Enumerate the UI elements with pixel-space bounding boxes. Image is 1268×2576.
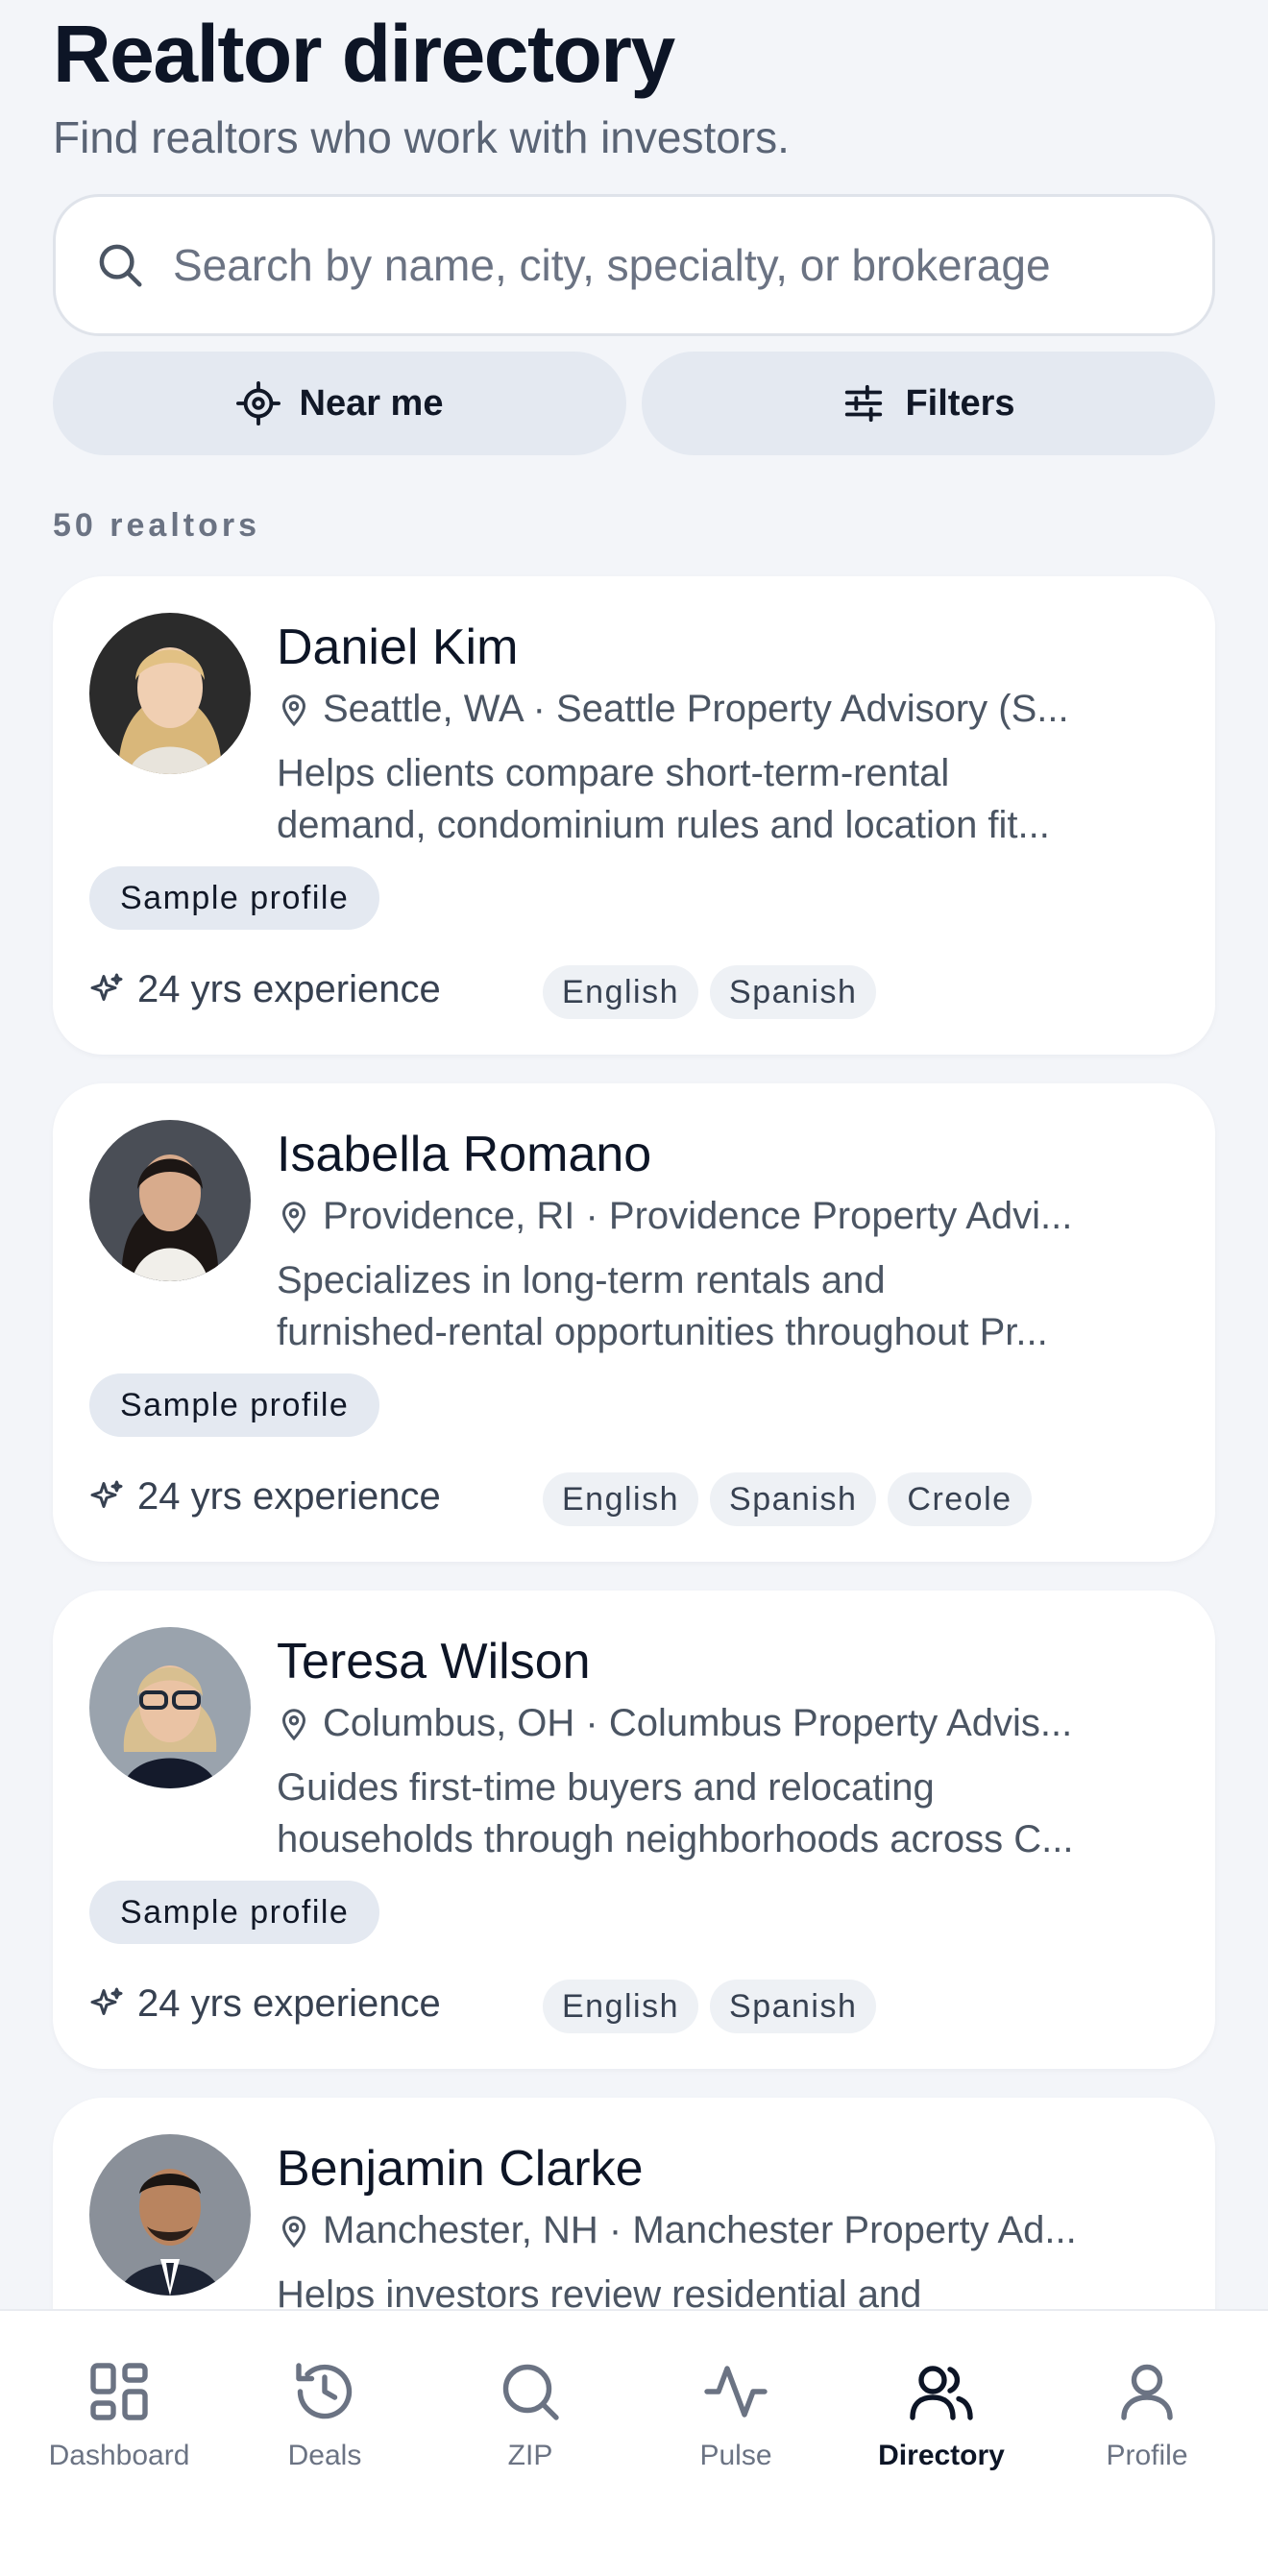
page-header: Realtor directory Find realtors who work… — [53, 10, 1215, 163]
users-icon — [910, 2366, 973, 2420]
filters-button[interactable]: Filters — [642, 352, 1215, 455]
tab-profile[interactable]: Profile — [1051, 2357, 1243, 2472]
filters-label: Filters — [905, 382, 1015, 424]
sparkle-icon — [90, 973, 123, 1001]
description-line: Guides first-time buyers and relocating — [277, 1766, 935, 1809]
language-chip: English — [543, 965, 699, 1019]
sample-profile-badge: Sample profile — [89, 1881, 380, 1944]
realtor-location: Manchester, NH · Manchester Property Ad.… — [277, 2209, 1180, 2252]
experience-text: 24 yrs experience — [137, 967, 441, 1010]
realtor-description: Helps clients compare short-term-rental … — [277, 747, 1180, 851]
realtor-directory-screen: Realtor directory Find realtors who work… — [0, 0, 1268, 2576]
sparkle-icon — [90, 1987, 123, 2015]
languages: English Spanish Creole — [543, 1472, 1032, 1526]
near-me-button[interactable]: Near me — [53, 352, 626, 455]
crosshair-icon — [235, 381, 280, 425]
languages: English Spanish — [543, 965, 877, 1019]
map-pin-icon — [281, 2215, 306, 2248]
bottom-tab-bar: Dashboard Deals ZIP Pulse Directory Prof… — [0, 2309, 1268, 2576]
realtor-name: Isabella Romano — [277, 1127, 652, 1182]
realtor-card[interactable]: Isabella Romano Providence, RI · Provide… — [53, 1083, 1215, 1562]
language-chip: Spanish — [710, 1472, 877, 1526]
near-me-label: Near me — [299, 382, 444, 424]
realtor-location: Providence, RI · Providence Property Adv… — [277, 1195, 1180, 1238]
pulse-icon — [704, 2366, 768, 2418]
experience: 24 yrs experience — [89, 1468, 441, 1525]
avatar — [89, 1120, 251, 1281]
tab-pulse[interactable]: Pulse — [640, 2357, 832, 2472]
dashboard-icon — [90, 2363, 148, 2420]
avatar — [89, 2134, 251, 2296]
tab-label: ZIP — [507, 2440, 553, 2471]
location-text: Providence, RI · Providence Property Adv… — [323, 1195, 1073, 1237]
realtor-name: Teresa Wilson — [277, 1634, 591, 1689]
map-pin-icon — [281, 1201, 306, 1233]
language-chip: Spanish — [710, 965, 877, 1019]
realtor-location: Columbus, OH · Columbus Property Advis..… — [277, 1702, 1180, 1745]
sample-profile-badge: Sample profile — [89, 866, 380, 930]
search-bar[interactable] — [53, 194, 1215, 336]
location-text: Seattle, WA · Seattle Property Advisory … — [323, 688, 1069, 730]
realtor-card[interactable]: Daniel Kim Seattle, WA · Seattle Propert… — [53, 576, 1215, 1055]
tab-label: Dashboard — [48, 2440, 190, 2471]
page-subtitle: Find realtors who work with investors. — [53, 112, 790, 163]
avatar — [89, 1627, 251, 1788]
location-text: Columbus, OH · Columbus Property Advis..… — [323, 1702, 1073, 1744]
results-count: 50 realtors — [53, 507, 260, 544]
tab-label: Profile — [1106, 2440, 1188, 2471]
tab-label: Deals — [287, 2440, 362, 2471]
avatar — [89, 613, 251, 774]
realtor-card[interactable]: Teresa Wilson Columbus, OH · Columbus Pr… — [53, 1591, 1215, 2069]
page-title: Realtor directory — [53, 9, 675, 99]
tab-label: Directory — [878, 2440, 1005, 2471]
user-icon — [1121, 2364, 1173, 2420]
description-line: Specializes in long-term rentals and — [277, 1259, 886, 1301]
sliders-icon — [845, 384, 883, 423]
experience: 24 yrs experience — [89, 1975, 441, 2032]
map-pin-icon — [281, 1708, 306, 1740]
realtor-location: Seattle, WA · Seattle Property Advisory … — [277, 688, 1180, 731]
tab-label: Pulse — [699, 2440, 772, 2471]
tab-directory[interactable]: Directory — [845, 2357, 1037, 2472]
language-chip: English — [543, 1472, 699, 1526]
tab-dashboard[interactable]: Dashboard — [23, 2357, 215, 2472]
description-line: furnished-rental opportunities throughou… — [277, 1311, 1048, 1353]
experience: 24 yrs experience — [89, 960, 441, 1018]
languages: English Spanish — [543, 1980, 877, 2033]
action-row: Near me Filters — [53, 352, 1215, 455]
realtor-description: Specializes in long-term rentals and fur… — [277, 1254, 1180, 1358]
sparkle-icon — [90, 1480, 123, 1508]
language-chip: Creole — [888, 1472, 1032, 1526]
description-line: demand, condominium rules and location f… — [277, 804, 1050, 846]
description-line: households through neighborhoods across … — [277, 1818, 1074, 1860]
description-line: Helps clients compare short-term-rental — [277, 752, 950, 794]
sample-profile-badge: Sample profile — [89, 1373, 380, 1437]
tab-deals[interactable]: Deals — [229, 2357, 421, 2472]
experience-text: 24 yrs experience — [137, 1474, 441, 1518]
search-input[interactable] — [173, 239, 1134, 291]
search-icon — [99, 244, 142, 287]
location-text: Manchester, NH · Manchester Property Ad.… — [323, 2209, 1077, 2251]
tab-zip[interactable]: ZIP — [434, 2357, 626, 2472]
search-icon — [502, 2364, 559, 2420]
realtor-name: Benjamin Clarke — [277, 2141, 644, 2197]
experience-text: 24 yrs experience — [137, 1981, 441, 2025]
realtor-name: Daniel Kim — [277, 620, 519, 675]
map-pin-icon — [281, 693, 306, 726]
language-chip: English — [543, 1980, 699, 2033]
language-chip: Spanish — [710, 1980, 877, 2033]
realtor-description: Guides first-time buyers and relocating … — [277, 1762, 1180, 1865]
history-icon — [296, 2363, 353, 2419]
